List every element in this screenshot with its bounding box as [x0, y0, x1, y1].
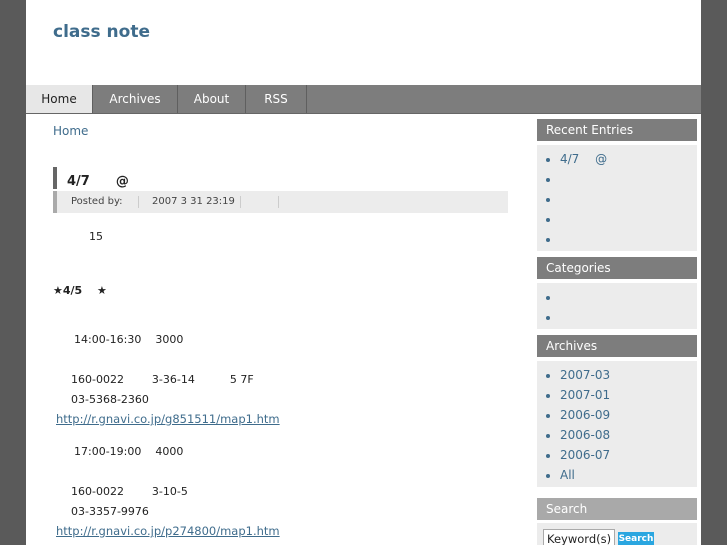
posted-by-label: Posted by:	[71, 196, 123, 207]
tab-rss[interactable]: RSS	[246, 85, 307, 113]
search-button[interactable]: Search	[618, 532, 654, 545]
entry-title: 4/7 @	[53, 167, 508, 189]
tab-home[interactable]: Home	[26, 85, 93, 113]
entry-date: 2007 3 31 23:19	[152, 196, 235, 207]
entry-line: ★4/5 ★	[53, 284, 107, 297]
tab-archives[interactable]: Archives	[93, 85, 178, 113]
entry-meta: Posted by: 2007 3 31 23:19	[53, 191, 508, 213]
categories-list	[537, 283, 697, 329]
map-link[interactable]: http://r.gnavi.co.jp/p274800/map1.htm	[56, 524, 280, 538]
archive-item[interactable]: All	[560, 465, 697, 485]
breadcrumb[interactable]: Home	[53, 124, 88, 138]
entry-line: 160-0022 3-36-14 5 7F	[71, 373, 254, 386]
archive-item[interactable]: 2006-08	[560, 425, 697, 445]
entry-line: 17:00-19:00 4000	[74, 445, 184, 458]
main-nav: Home Archives About RSS	[26, 85, 701, 114]
recent-entries-heading: Recent Entries	[537, 119, 697, 141]
category-item[interactable]	[560, 307, 697, 327]
entry-line: 160-0022 3-10-5	[71, 485, 188, 498]
category-item[interactable]	[560, 287, 697, 307]
entry-line: 14:00-16:30 3000	[74, 333, 184, 346]
meta-divider	[240, 196, 241, 208]
archive-item[interactable]: 2007-01	[560, 385, 697, 405]
site-title[interactable]: class note	[53, 22, 150, 42]
entry-line: 15	[89, 230, 103, 243]
search-input[interactable]: Keyword(s)	[543, 529, 615, 545]
archive-item[interactable]: 2006-07	[560, 445, 697, 465]
page: class note Home Archives About RSS Home …	[26, 0, 701, 545]
recent-entry-item[interactable]	[560, 209, 697, 229]
tab-about[interactable]: About	[178, 85, 246, 113]
recent-entry-item[interactable]	[560, 229, 697, 249]
search-heading: Search	[537, 498, 697, 520]
entry-title-text[interactable]: 4/7 @	[67, 170, 129, 189]
categories-heading: Categories	[537, 257, 697, 279]
recent-entry-item[interactable]	[560, 189, 697, 209]
meta-divider	[138, 196, 139, 208]
archives-heading: Archives	[537, 335, 697, 357]
archive-item[interactable]: 2007-03	[560, 365, 697, 385]
recent-entry-item[interactable]: 4/7 @	[560, 149, 697, 169]
recent-entries-list: 4/7 @	[537, 145, 697, 251]
archive-item[interactable]: 2006-09	[560, 405, 697, 425]
meta-divider	[278, 196, 279, 208]
entry-line: 03-3357-9976	[71, 505, 149, 518]
map-link[interactable]: http://r.gnavi.co.jp/g851511/map1.htm	[56, 412, 280, 426]
recent-entry-item[interactable]	[560, 169, 697, 189]
archives-list: 2007-03 2007-01 2006-09 2006-08 2006-07 …	[537, 361, 697, 487]
entry-line: 03-5368-2360	[71, 393, 149, 406]
